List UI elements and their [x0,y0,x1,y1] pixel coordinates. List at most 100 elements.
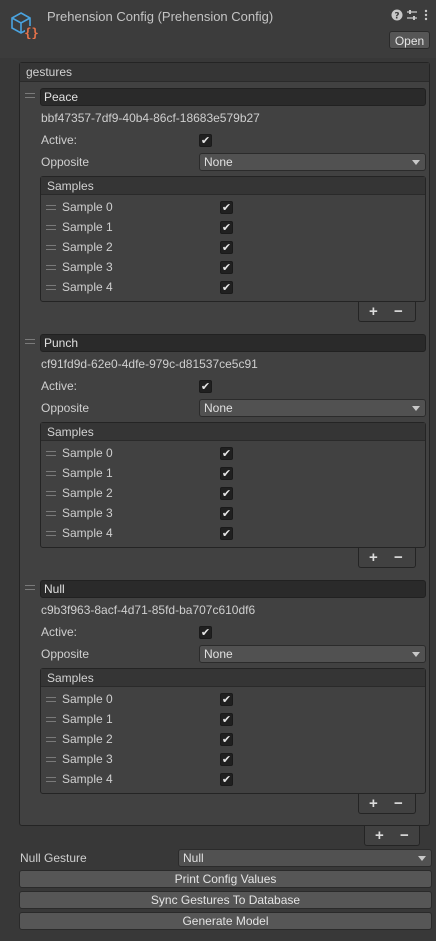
drag-handle-icon[interactable] [46,225,56,230]
samples-label: Samples [47,179,94,193]
add-sample-button[interactable]: + [369,550,378,565]
sample-checkbox[interactable]: ✔ [220,753,233,766]
drag-handle-icon[interactable] [46,245,56,250]
drag-handle-icon[interactable] [46,285,56,290]
chevron-down-icon [418,856,426,861]
drag-handle-icon[interactable] [46,717,56,722]
svg-text:?: ? [394,12,399,22]
sample-label: Sample 4 [62,526,113,540]
gesture-name-field[interactable]: Punch [40,334,426,352]
drag-handle-icon[interactable] [46,737,56,742]
opposite-dropdown[interactable]: None [199,645,426,663]
drag-handle-icon[interactable] [46,265,56,270]
null-gesture-label: Null Gesture [20,851,87,865]
inspector-title: Prehension Config (Prehension Config) [47,9,274,24]
sample-checkbox[interactable]: ✔ [220,487,233,500]
sample-checkbox[interactable]: ✔ [220,221,233,234]
null-gesture-value: Null [183,851,204,865]
opposite-dropdown[interactable]: None [199,399,426,417]
settings-sliders-icon[interactable] [406,9,418,21]
sample-checkbox[interactable]: ✔ [220,507,233,520]
samples-list-header[interactable]: Samples [41,177,425,195]
sample-label: Sample 1 [62,712,113,726]
drag-handle-icon[interactable] [46,491,56,496]
active-checkbox[interactable]: ✔ [199,134,212,147]
samples-list-footer [358,548,416,568]
chevron-down-icon [412,406,420,411]
add-gesture-button[interactable]: + [375,828,384,843]
remove-sample-button[interactable]: − [394,796,403,811]
opposite-value: None [204,401,233,415]
remove-sample-button[interactable]: − [394,550,403,565]
sample-checkbox[interactable]: ✔ [220,447,233,460]
samples-list-header[interactable]: Samples [41,423,425,441]
drag-handle-icon[interactable] [46,697,56,702]
drag-handle-icon[interactable] [46,205,56,210]
sample-checkbox[interactable]: ✔ [220,281,233,294]
sample-label: Sample 0 [62,692,113,706]
drag-handle-icon[interactable] [46,777,56,782]
gesture-name-field[interactable]: Peace [40,88,426,106]
remove-gesture-button[interactable]: − [400,828,409,843]
gestures-list-footer [364,826,420,846]
print-config-values-button[interactable]: Print Config Values [19,870,432,888]
drag-handle-icon[interactable] [25,339,35,344]
sample-label: Sample 4 [62,280,113,294]
drag-handle-icon[interactable] [46,471,56,476]
gestures-list-header[interactable]: gestures [20,63,429,82]
sample-checkbox[interactable]: ✔ [220,693,233,706]
sample-label: Sample 2 [62,240,113,254]
opposite-dropdown[interactable]: None [199,153,426,171]
sample-label: Sample 4 [62,772,113,786]
chevron-down-icon [412,652,420,657]
active-label: Active: [41,133,78,147]
null-gesture-dropdown[interactable]: Null [178,849,432,867]
add-sample-button[interactable]: + [369,796,378,811]
remove-sample-button[interactable]: − [394,304,403,319]
sample-label: Sample 3 [62,260,113,274]
gestures-label: gestures [26,65,73,79]
sample-label: Sample 2 [62,732,113,746]
sample-label: Sample 3 [62,752,113,766]
asset-icon: {} [11,12,39,40]
sample-checkbox[interactable]: ✔ [220,713,233,726]
gesture-guid: bbf47357-7df9-40b4-86cf-18683e579b27 [41,111,260,125]
opposite-label: Opposite [41,647,90,661]
active-checkbox[interactable]: ✔ [199,626,212,639]
gesture-guid: c9b3f963-8acf-4d71-85fd-ba707c610df6 [41,603,256,617]
sample-checkbox[interactable]: ✔ [220,241,233,254]
drag-handle-icon[interactable] [25,585,35,590]
kebab-menu-icon[interactable] [420,9,432,21]
generate-model-button[interactable]: Generate Model [19,912,432,930]
opposite-value: None [204,647,233,661]
drag-handle-icon[interactable] [46,531,56,536]
sample-checkbox[interactable]: ✔ [220,733,233,746]
samples-label: Samples [47,425,94,439]
active-label: Active: [41,379,78,393]
gesture-name-field[interactable]: Null [40,580,426,598]
sample-label: Sample 1 [62,220,113,234]
help-icon[interactable]: ? [391,9,403,22]
samples-list-footer [358,302,416,322]
chevron-down-icon [412,160,420,165]
opposite-value: None [204,155,233,169]
active-checkbox[interactable]: ✔ [199,380,212,393]
samples-list-header[interactable]: Samples [41,669,425,687]
opposite-label: Opposite [41,401,90,415]
active-label: Active: [41,625,78,639]
sample-checkbox[interactable]: ✔ [220,261,233,274]
drag-handle-icon[interactable] [46,511,56,516]
sample-checkbox[interactable]: ✔ [220,201,233,214]
add-sample-button[interactable]: + [369,304,378,319]
sample-label: Sample 2 [62,486,113,500]
sync-gestures-button[interactable]: Sync Gestures To Database [19,891,432,909]
sample-checkbox[interactable]: ✔ [220,467,233,480]
sample-checkbox[interactable]: ✔ [220,773,233,786]
open-button[interactable]: Open [389,31,430,49]
sample-label: Sample 3 [62,506,113,520]
drag-handle-icon[interactable] [25,93,35,98]
drag-handle-icon[interactable] [46,451,56,456]
drag-handle-icon[interactable] [46,757,56,762]
sample-label: Sample 1 [62,466,113,480]
sample-checkbox[interactable]: ✔ [220,527,233,540]
